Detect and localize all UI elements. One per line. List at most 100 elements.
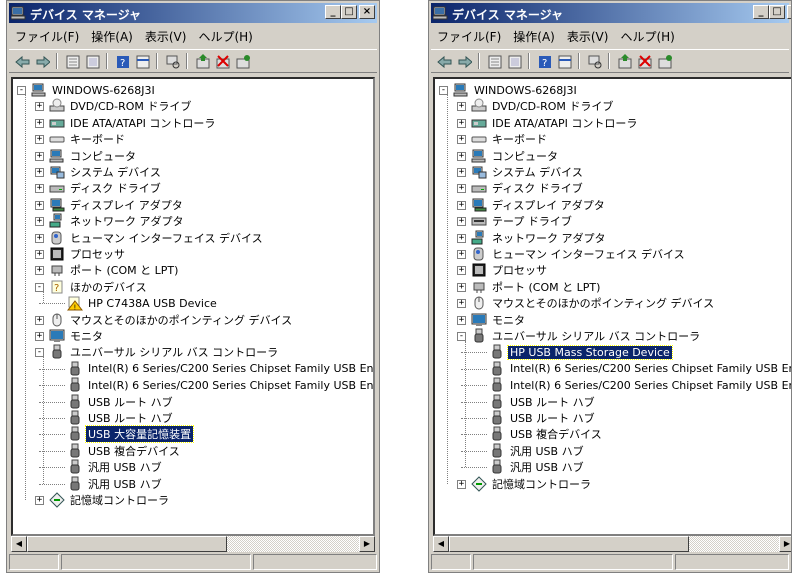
uninstall-button[interactable]	[635, 52, 653, 70]
close-button[interactable]: ×	[359, 5, 375, 19]
tree-device[interactable]: USB 大容量記憶装置	[67, 425, 195, 444]
menu-help[interactable]: ヘルプ(H)	[192, 26, 258, 47]
scroll-thumb[interactable]	[27, 536, 227, 552]
tree-category[interactable]: マウスとそのほかのポインティング デバイス	[471, 295, 716, 311]
tree-category[interactable]: ヒューマン インターフェイス デバイス	[49, 230, 265, 246]
properties-button[interactable]	[63, 52, 81, 70]
device-tree[interactable]: - WINDOWS-6268J3I + DVD/CD-ROM ドライブ + IDE ATA…	[433, 77, 791, 536]
tree-device[interactable]: USB ルート ハブ	[67, 410, 175, 426]
tree-category[interactable]: ディスク ドライブ	[49, 180, 163, 196]
enable-button[interactable]	[233, 52, 251, 70]
scroll-track[interactable]	[689, 536, 779, 552]
expand-toggle[interactable]: +	[35, 233, 44, 243]
menu-view[interactable]: 表示(V)	[139, 26, 193, 47]
tree-category[interactable]: ユニバーサル シリアル バス コントローラ	[49, 344, 280, 360]
scroll-track[interactable]	[227, 536, 359, 552]
forward-button[interactable]	[455, 52, 473, 70]
scan-button[interactable]	[585, 52, 603, 70]
expand-toggle[interactable]: +	[457, 217, 466, 227]
expand-toggle[interactable]: +	[35, 184, 44, 194]
tree-category[interactable]: モニタ	[49, 328, 105, 344]
tree-category[interactable]: キーボード	[471, 131, 549, 147]
expand-toggle[interactable]: +	[35, 217, 44, 227]
tree-category[interactable]: ディスプレイ アダプタ	[49, 197, 185, 213]
expand-toggle[interactable]: +	[457, 184, 466, 194]
collapse-toggle[interactable]: -	[17, 86, 26, 95]
tree-device[interactable]: 汎用 USB ハブ	[67, 476, 164, 492]
expand-toggle[interactable]: +	[35, 250, 44, 259]
help-button[interactable]: ?	[535, 52, 553, 70]
tree-root[interactable]: WINDOWS-6268J3I	[31, 82, 157, 98]
expand-toggle[interactable]: +	[35, 200, 44, 210]
tree-device[interactable]: Intel(R) 6 Series/C200 Series Chipset Fa…	[67, 361, 373, 377]
close-button[interactable]: ×	[787, 5, 791, 19]
expand-toggle[interactable]: +	[457, 135, 466, 145]
minimize-button[interactable]: _	[753, 5, 769, 19]
tree-category[interactable]: テープ ドライブ	[471, 213, 574, 229]
tree-category[interactable]: コンピュータ	[471, 148, 560, 164]
menu-action[interactable]: 操作(A)	[507, 26, 561, 47]
collapse-toggle[interactable]: -	[457, 332, 466, 341]
tree-category[interactable]: IDE ATA/ATAPI コントローラ	[49, 115, 217, 131]
expand-toggle[interactable]: +	[35, 118, 44, 128]
menu-help[interactable]: ヘルプ(H)	[614, 26, 680, 47]
show-hide-button[interactable]	[83, 52, 101, 70]
collapse-toggle[interactable]: -	[35, 282, 44, 292]
tree-device[interactable]: USB ルート ハブ	[489, 394, 597, 410]
expand-toggle[interactable]: +	[457, 168, 466, 177]
tree-device[interactable]: USB ルート ハブ	[489, 410, 597, 426]
tree-device[interactable]: Intel(R) 6 Series/C200 Series Chipset Fa…	[489, 361, 791, 377]
scroll-thumb[interactable]	[449, 536, 689, 552]
maximize-button[interactable]: □	[341, 5, 357, 19]
horizontal-scrollbar[interactable]: ◀ ▶	[433, 536, 791, 552]
tree-category[interactable]: システム デバイス	[49, 164, 163, 180]
menu-action[interactable]: 操作(A)	[85, 26, 139, 47]
tree-category[interactable]: DVD/CD-ROM ドライブ	[471, 98, 615, 114]
tree-category[interactable]: システム デバイス	[471, 164, 585, 180]
collapse-toggle[interactable]: -	[439, 86, 448, 95]
title-bar[interactable]: デバイス マネージャ _ □ ×	[431, 3, 791, 23]
view-button[interactable]	[555, 52, 573, 70]
horizontal-scrollbar[interactable]: ◀ ▶	[11, 536, 375, 552]
tree-category[interactable]: ディスプレイ アダプタ	[471, 197, 607, 213]
expand-toggle[interactable]: +	[35, 102, 44, 112]
tree-device[interactable]: Intel(R) 6 Series/C200 Series Chipset Fa…	[67, 377, 373, 393]
enable-button[interactable]	[655, 52, 673, 70]
menu-file[interactable]: ファイル(F)	[9, 26, 85, 47]
expand-toggle[interactable]: +	[457, 118, 466, 128]
tree-category[interactable]: ポート (COM と LPT)	[471, 279, 602, 295]
scan-button[interactable]	[163, 52, 181, 70]
update-driver-button[interactable]	[193, 52, 211, 70]
show-hide-button[interactable]	[505, 52, 523, 70]
tree-device[interactable]: USB 複合デバイス	[67, 443, 182, 459]
maximize-button[interactable]: □	[769, 5, 785, 19]
tree-category[interactable]: モニタ	[471, 312, 527, 328]
tree-category[interactable]: DVD/CD-ROM ドライブ	[49, 98, 193, 114]
tree-category[interactable]: ポート (COM と LPT)	[49, 262, 180, 278]
view-button[interactable]	[133, 52, 151, 70]
menu-view[interactable]: 表示(V)	[561, 26, 615, 47]
update-driver-button[interactable]	[615, 52, 633, 70]
properties-button[interactable]	[485, 52, 503, 70]
expand-toggle[interactable]: +	[457, 266, 466, 276]
expand-toggle[interactable]: +	[457, 200, 466, 210]
tree-category[interactable]: 記憶域コントローラ	[471, 475, 593, 492]
tree-category[interactable]: ヒューマン インターフェイス デバイス	[471, 246, 687, 262]
scroll-left-icon[interactable]: ◀	[433, 536, 449, 552]
tree-category[interactable]: マウスとそのほかのポインティング デバイス	[49, 312, 294, 328]
expand-toggle[interactable]: +	[457, 151, 466, 161]
tree-root[interactable]: WINDOWS-6268J3I	[453, 82, 579, 98]
expand-toggle[interactable]: +	[35, 266, 44, 276]
tree-device[interactable]: 汎用 USB ハブ	[489, 459, 586, 475]
expand-toggle[interactable]: +	[35, 332, 44, 341]
scroll-right-icon[interactable]: ▶	[359, 536, 375, 552]
help-button[interactable]: ?	[113, 52, 131, 70]
expand-toggle[interactable]: +	[457, 233, 466, 243]
tree-category[interactable]: ディスク ドライブ	[471, 180, 585, 196]
tree-category[interactable]: ネットワーク アダプタ	[49, 213, 186, 229]
tree-device[interactable]: Intel(R) 6 Series/C200 Series Chipset Fa…	[489, 377, 791, 393]
device-tree[interactable]: - WINDOWS-6268J3I + DVD/CD-ROM ドライブ + IDE ATA…	[11, 77, 375, 536]
tree-category[interactable]: IDE ATA/ATAPI コントローラ	[471, 115, 639, 131]
expand-toggle[interactable]: +	[457, 102, 466, 112]
tree-device[interactable]: ! HP C7438A USB Device	[67, 295, 219, 311]
